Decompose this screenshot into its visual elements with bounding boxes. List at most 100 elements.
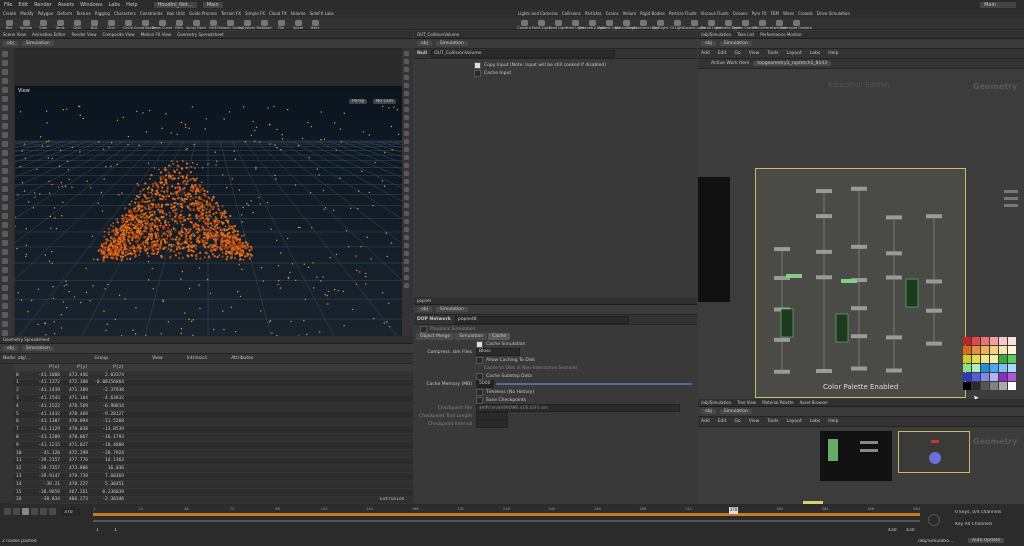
table-row[interactable]: 12 -39.7357 473.806 16.036 [13, 465, 413, 474]
viewport-tool-button[interactable] [2, 177, 8, 183]
menu-help[interactable]: Help [126, 2, 137, 8]
dop-path-simulation[interactable]: Simulation [435, 307, 468, 312]
shelf-tab-right-7[interactable]: Viscous Fluids [701, 11, 729, 16]
viewport-tool-button[interactable] [2, 285, 8, 291]
shelf-tool-tools_right-8[interactable]: Sky Light [652, 20, 668, 30]
header-px[interactable]: P[x] [32, 365, 60, 370]
viewport-display-button[interactable] [404, 251, 409, 256]
tab-asset-browser[interactable]: Asset Browser [800, 400, 828, 405]
network-node[interactable] [926, 279, 942, 284]
table-row[interactable]: 7 -41.1129 470.038 -13.8539 [13, 426, 413, 435]
shelf-tab-left-5[interactable]: Rigging [95, 11, 110, 16]
desktop-selector[interactable]: Houdini_Net... [153, 1, 197, 8]
tab-tree-view[interactable]: Tree View [737, 400, 756, 405]
shelf-tool-tools_left-18[interactable]: Helix [309, 20, 321, 30]
tab-obj-simulation[interactable]: /obj/Simulation [701, 32, 731, 37]
noninteractive-parm[interactable]: Cache to Disk in Non-Interactive Session… [414, 364, 697, 372]
palette-swatch[interactable] [1008, 355, 1016, 363]
shelf-tab-left-6[interactable]: Characters [114, 11, 136, 16]
viewport-display-button[interactable] [404, 83, 409, 88]
net-menu-item[interactable]: View [749, 419, 760, 424]
playback-sim-checkbox[interactable] [420, 325, 427, 333]
shelf-tab-left-4[interactable]: Texture [76, 11, 91, 16]
net-menu-item[interactable]: Labs [810, 51, 820, 56]
viewport-display-button[interactable] [404, 147, 409, 152]
net2-network-box[interactable] [898, 431, 970, 473]
viewport-display-button[interactable] [404, 163, 409, 168]
viewport-display-button[interactable] [404, 115, 409, 120]
net-menu-item[interactable]: Labs [810, 419, 820, 424]
viewport-display-button[interactable] [404, 75, 409, 80]
viewport-display-button[interactable] [404, 219, 409, 224]
table-row[interactable]: 8 -41.1209 470.067 -16.1793 [13, 434, 413, 442]
allow-disk-checkbox[interactable] [476, 356, 483, 364]
viewport-display-button[interactable] [404, 195, 409, 200]
tab2-obj-simulation[interactable]: /obj/Simulation [701, 400, 731, 405]
viewport-display-button[interactable] [404, 51, 409, 56]
net-menu-item[interactable]: Edit [718, 51, 727, 56]
shelf-tab-left-10[interactable]: Terrain FX [221, 11, 241, 16]
step-forward-button[interactable] [40, 508, 47, 515]
shelf-tab-left-14[interactable]: SideFX Labs [310, 11, 334, 16]
table-row[interactable]: 4 -41.1522 470.569 -6.90814 [13, 402, 413, 411]
jump-end-button[interactable] [49, 508, 56, 515]
shelf-tab-left-7[interactable]: Constraints [140, 11, 163, 16]
left-tab-3[interactable]: Composite View [103, 32, 135, 37]
viewport-tool-button[interactable] [2, 105, 8, 111]
shelf-tool-tools_right-16[interactable]: Gamepad Camera [780, 20, 812, 30]
shelf-tool-tools_left-5[interactable]: Null [88, 20, 100, 30]
network-node[interactable] [774, 369, 790, 374]
table-row[interactable]: 10 -41.126 472.299 -20.7924 [13, 449, 413, 458]
palette-swatch[interactable] [1008, 337, 1016, 345]
cache-sim-checkbox[interactable] [476, 340, 483, 348]
shelf-tab-right-9[interactable]: Pyro FX [752, 11, 767, 16]
shelf-tab-right-2[interactable]: Particles [585, 11, 602, 16]
palette-swatch[interactable] [963, 337, 971, 345]
palette-swatch[interactable] [1008, 382, 1016, 390]
menu-assets[interactable]: Assets [58, 2, 74, 8]
shelf-tab-left-8[interactable]: Hair Utils [167, 11, 185, 16]
shelf-tool-tools_left-4[interactable]: Grid [71, 20, 83, 30]
network-node[interactable] [926, 341, 942, 346]
mid-path-obj[interactable]: obj [417, 41, 432, 46]
shelf-tool-tools_left-15[interactable]: Metaball [257, 20, 272, 30]
viewport-display-button[interactable] [404, 107, 409, 112]
save-checkpoints-checkbox[interactable] [476, 396, 483, 404]
viewport-display-button[interactable] [404, 155, 409, 160]
table-row[interactable]: 1 -41.1372 472.388 -0.00156864 [13, 379, 413, 388]
left-tab-5[interactable]: Geometry Spreadsheet [177, 32, 223, 37]
viewport-tool-button[interactable] [2, 141, 8, 147]
shelf-tool-tools_right-7[interactable]: Environment Light [627, 20, 659, 30]
header-pz[interactable]: P[z] [88, 365, 124, 370]
palette-swatch[interactable] [990, 337, 998, 345]
palette-swatch[interactable] [999, 355, 1007, 363]
palette-swatch[interactable] [999, 346, 1007, 354]
camera-menu[interactable]: No cam [373, 99, 397, 104]
palette-swatch[interactable] [963, 382, 971, 390]
dop-path-obj[interactable]: obj [417, 307, 432, 312]
palette-swatch[interactable] [972, 364, 980, 372]
net-menu-item[interactable]: Layout [786, 51, 801, 56]
menu-labs[interactable]: Labs [108, 2, 120, 8]
network-node[interactable] [774, 337, 790, 342]
palette-swatch[interactable] [999, 337, 1007, 345]
shelf-tab-right-13[interactable]: Drive Simulation [817, 11, 850, 16]
spreadsheet-intrinsics[interactable]: Intrinsics [187, 356, 207, 361]
viewport-tool-button[interactable] [2, 78, 8, 84]
net-menu-item[interactable]: Edit [718, 419, 727, 424]
viewport-tool-button[interactable] [2, 294, 8, 300]
shelf-tab-right-4[interactable]: Vellum [623, 11, 637, 16]
network-node[interactable] [851, 244, 867, 249]
shelf-tab-left-9[interactable]: Guide Process [189, 11, 217, 16]
palette-swatch[interactable] [972, 373, 980, 381]
net-menu-item[interactable]: Help [828, 51, 838, 56]
tab-cache[interactable]: Cache [488, 333, 511, 340]
palette-swatch[interactable] [990, 364, 998, 372]
table-row[interactable]: 5 -41.1432 470.469 -9.28127 [13, 410, 413, 419]
palette-swatch[interactable] [981, 373, 989, 381]
shelf-tab-left-1[interactable]: Modify [20, 11, 33, 16]
shelf-tool-tools_left-7[interactable]: Circle [122, 20, 134, 30]
viewport-tool-button[interactable] [2, 240, 8, 246]
net-menu-item[interactable]: Tools [767, 51, 778, 56]
checkpoint-trail-field[interactable] [476, 412, 508, 420]
